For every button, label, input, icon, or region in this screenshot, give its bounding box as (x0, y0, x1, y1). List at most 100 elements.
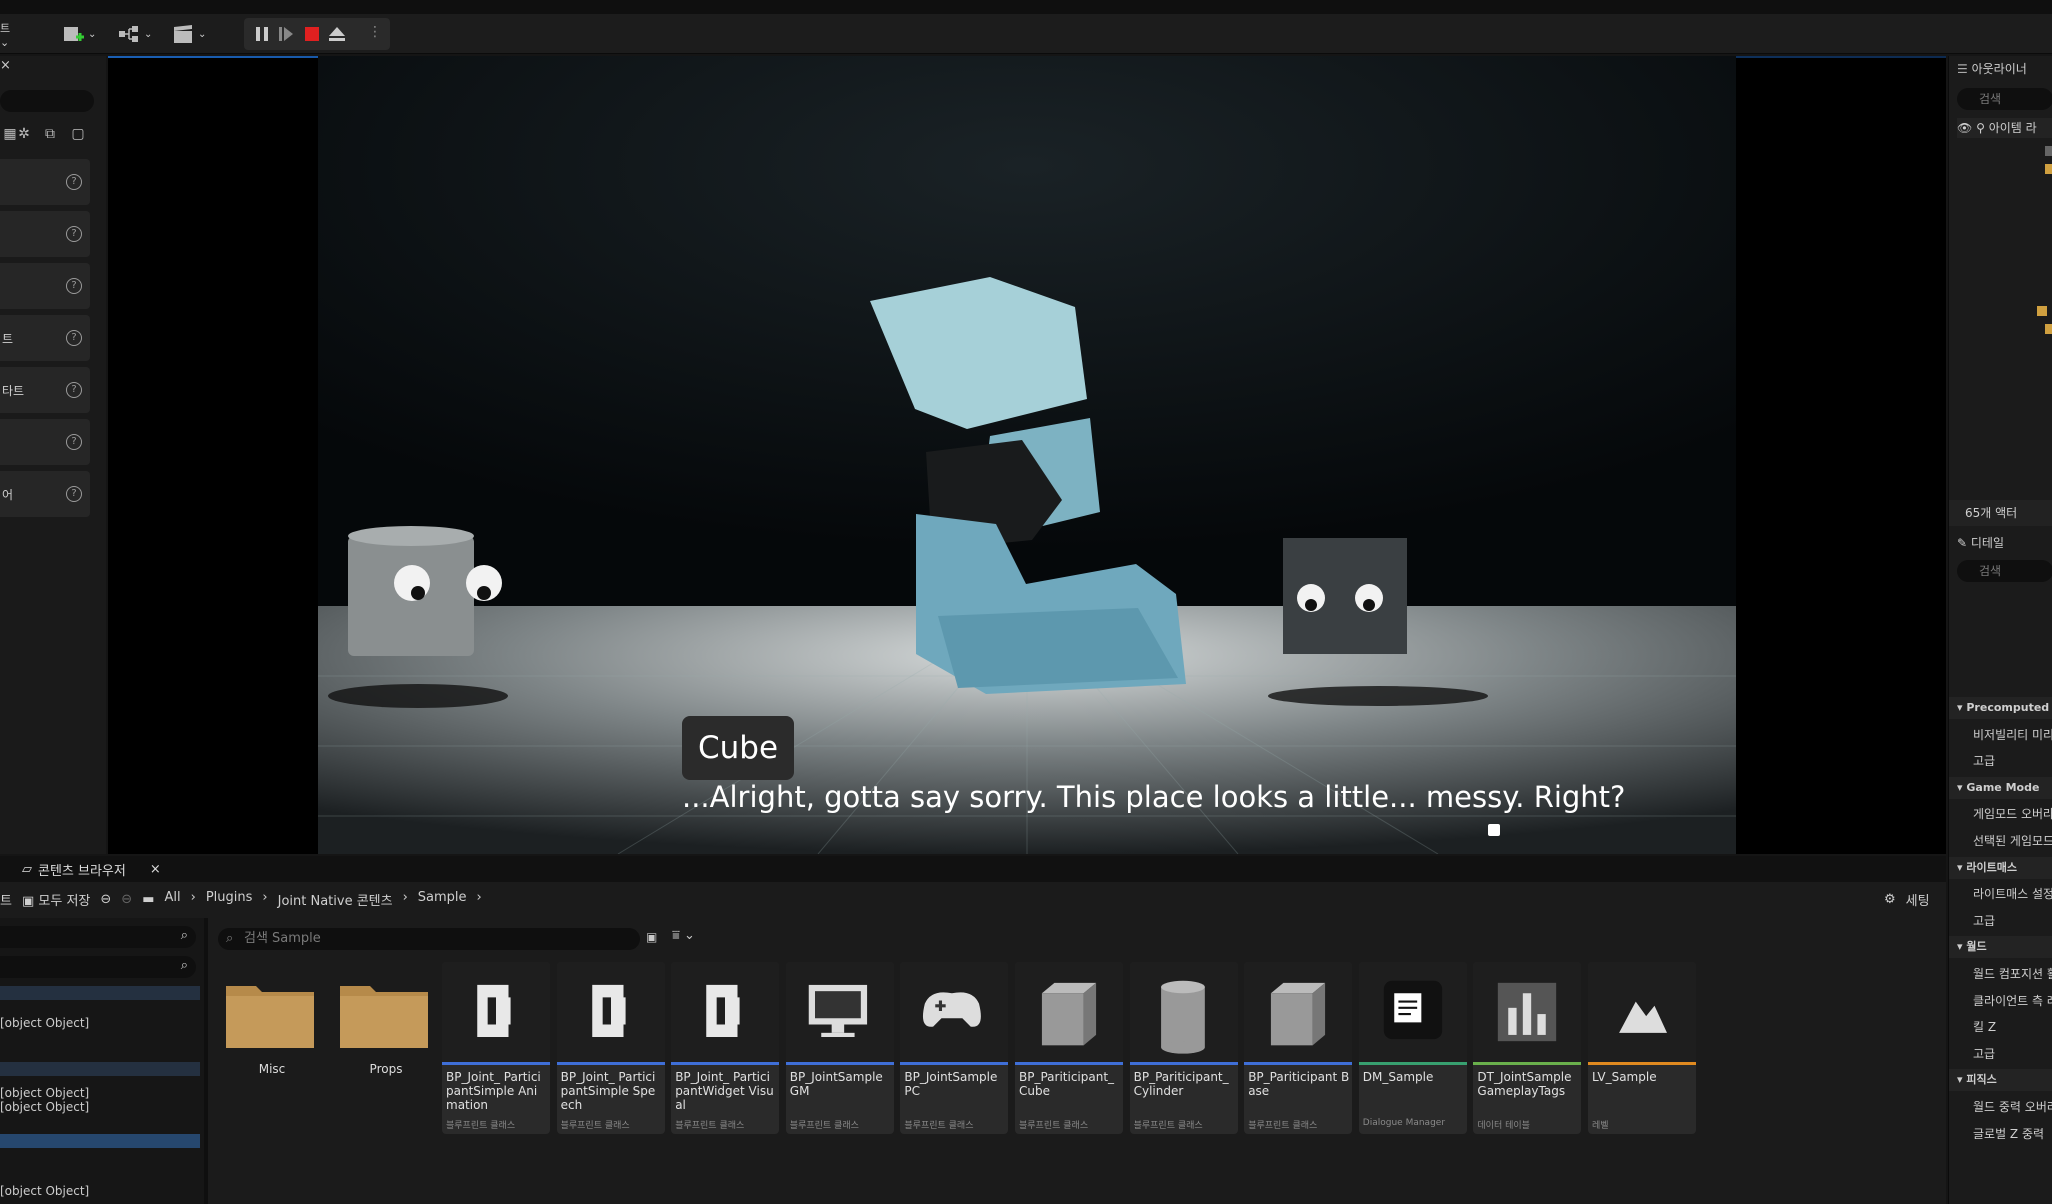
close-tab-icon[interactable]: × (150, 862, 161, 877)
tree-item[interactable]: [object Object] (0, 1086, 89, 1100)
details-row[interactable]: 라이트매스 설정 (1949, 883, 2052, 905)
place-category-0[interactable]: ? (0, 159, 90, 205)
add-button[interactable]: 트 (0, 890, 12, 909)
forward-icon[interactable]: ⊖ (121, 892, 132, 907)
pin-icon[interactable]: ⚲ (1976, 121, 1985, 135)
details-row[interactable]: 비저빌리티 미리계 (1949, 724, 2052, 746)
level-viewport[interactable]: Cube ...Alright, gotta say sorry. This p… (108, 56, 1946, 854)
expand-icon[interactable]: ▾ (1957, 1073, 1963, 1086)
asset-tile[interactable]: BP_JointSample GM 블루프린트 클래스 (785, 962, 894, 1134)
tree-selected (0, 1134, 200, 1148)
help-icon[interactable]: ? (66, 278, 82, 294)
place-category-2[interactable]: ? (0, 263, 90, 309)
asset-type: 블루프린트 클래스 (1133, 1121, 1203, 1131)
eject-icon[interactable] (328, 26, 346, 42)
details-row[interactable]: 고급 (1949, 1043, 2052, 1065)
details-row[interactable]: 글로벌 Z 중력 (1949, 1123, 2052, 1145)
details-row[interactable]: ▾ Precomputed Vi (1949, 697, 2052, 719)
tree-item[interactable] (2045, 146, 2052, 156)
expand-icon[interactable]: ▾ (1957, 940, 1963, 953)
asset-tile[interactable]: DM_Sample Dialogue Manager (1358, 962, 1467, 1134)
breadcrumb-item[interactable]: All (165, 890, 181, 909)
help-icon[interactable]: ? (66, 226, 82, 242)
visibility-icon[interactable]: 👁 (1957, 121, 1972, 135)
mode-icon-4[interactable]: ▢ (68, 126, 88, 146)
expand-icon[interactable]: ▾ (1957, 781, 1963, 794)
mode-icon-3[interactable]: ⧉ (40, 126, 60, 146)
place-actors-search[interactable] (0, 90, 94, 112)
folder-icon[interactable] (2045, 164, 2052, 174)
outliner-tree[interactable] (2005, 146, 2052, 406)
tab-content-browser[interactable]: ▱ 콘텐츠 브라우저 × (22, 858, 161, 880)
asset-tile[interactable]: BP_Joint_ ParticipantSimple Speech 블루프린트 … (556, 962, 665, 1134)
details-row[interactable]: 게임모드 오버라이 (1949, 803, 2052, 825)
help-icon[interactable]: ? (66, 434, 82, 450)
mode-dropdown[interactable]: 트 ⌄ (0, 20, 22, 49)
place-category-4[interactable]: 타트? (0, 367, 90, 413)
details-row[interactable]: 고급 (1949, 750, 2052, 772)
breadcrumb-item[interactable]: Joint Native 콘텐츠 (278, 890, 393, 909)
pause-icon[interactable] (254, 26, 270, 42)
details-row[interactable]: 킬 Z (1949, 1016, 2052, 1038)
settings-button[interactable]: ⚙ 세팅 (1884, 886, 1930, 912)
asset-tile[interactable]: BP_JointSample PC 블루프린트 클래스 (900, 962, 1009, 1134)
blueprint-button[interactable]: ⌄ (118, 20, 152, 48)
mode-icon-2[interactable]: ✲ (14, 126, 34, 146)
tree-item[interactable]: [object Object] (0, 1100, 89, 1114)
breadcrumb-item[interactable]: Plugins (206, 890, 253, 909)
details-row[interactable]: ▾ 라이트매스 (1949, 856, 2052, 879)
outliner-search[interactable]: 검색 (1957, 88, 2052, 110)
help-icon[interactable]: ? (66, 174, 82, 190)
asset-tile[interactable]: BP_Pariticipant_ Cube 블루프린트 클래스 (1015, 962, 1123, 1134)
place-category-1[interactable]: ? (0, 211, 90, 257)
details-row[interactable]: 클라이언트 측 레벨 (1949, 990, 2052, 1012)
asset-thumbnail (1473, 962, 1582, 1062)
step-icon[interactable] (278, 26, 294, 42)
close-icon[interactable]: × (0, 58, 11, 73)
help-icon[interactable]: ? (66, 330, 82, 346)
place-category-5[interactable]: ? (0, 419, 90, 465)
tree-search[interactable]: ⌕ (0, 956, 196, 978)
folder-icon[interactable] (2045, 324, 2052, 334)
asset-tile[interactable]: DT_JointSample GameplayTags 데이터 테이블 (1473, 962, 1582, 1134)
asset-tile[interactable]: BP_Pariticipant Base 블루프린트 클래스 (1244, 962, 1353, 1134)
details-row[interactable]: 고급 (1949, 910, 2052, 932)
help-icon[interactable]: ? (66, 382, 82, 398)
folder-icon[interactable] (2037, 306, 2047, 316)
details-row[interactable]: 월드 중력 오버라이 (1949, 1096, 2052, 1118)
tree-item[interactable]: [object Object] (0, 1016, 89, 1030)
breadcrumb-item[interactable]: Sample (418, 890, 467, 909)
filter-icon[interactable]: ⩸ ⌄ (672, 928, 695, 943)
help-icon[interactable]: ? (66, 486, 82, 502)
details-row[interactable]: 선택된 게임모드 (1949, 830, 2052, 852)
more-icon[interactable]: ⋮ (368, 24, 382, 40)
asset-tile[interactable]: BP_Pariticipant_ Cylinder 블루프린트 클래스 (1129, 962, 1238, 1134)
asset-type: 블루프린트 클래스 (560, 1121, 630, 1131)
place-category-6[interactable]: 어? (0, 471, 90, 517)
folder-tile[interactable]: Props (332, 962, 440, 1112)
content-toolbar: 트 ▣ 모두 저장 ⊖ ⊖ ▬ All › Plugins › Joint Native… (0, 886, 482, 912)
save-search-icon[interactable]: ▣ (646, 930, 657, 944)
expand-icon[interactable]: ▾ (1957, 701, 1963, 714)
details-search[interactable]: 검색 (1957, 560, 2052, 582)
details-row[interactable]: ▾ Game Mode (1949, 776, 2052, 799)
stop-icon[interactable] (304, 26, 320, 42)
details-row[interactable]: 월드 컴포지션 활성 (1949, 963, 2052, 985)
folder-tile[interactable]: Misc (218, 962, 326, 1112)
asset-tile[interactable]: BP_Joint_ ParticipantSimple Animation 블루프… (442, 962, 550, 1134)
tree-item[interactable]: [object Object] (0, 1184, 89, 1198)
cinematics-button[interactable]: ⌄ (172, 20, 206, 48)
asset-type: 블루프린트 클래스 (1248, 1121, 1318, 1131)
details-row[interactable]: ▾ 피직스 (1949, 1069, 2052, 1092)
asset-tile[interactable]: BP_Joint_ ParticipantWidget Visual 블루프린트 … (671, 962, 780, 1134)
asset-tile[interactable]: LV_Sample 레벨 (1588, 962, 1696, 1134)
details-row[interactable]: ▾ 월드 (1949, 936, 2052, 959)
place-category-3[interactable]: 트? (0, 315, 90, 361)
splitter[interactable] (204, 918, 208, 1204)
save-all-button[interactable]: ▣ 모두 저장 (22, 890, 90, 909)
back-icon[interactable]: ⊖ (100, 892, 111, 907)
asset-search[interactable]: ⌕ 검색 Sample (218, 928, 640, 950)
add-actor-button[interactable]: ⌄ (62, 20, 96, 48)
source-search[interactable]: ⌕ (0, 926, 196, 948)
expand-icon[interactable]: ▾ (1957, 861, 1963, 874)
